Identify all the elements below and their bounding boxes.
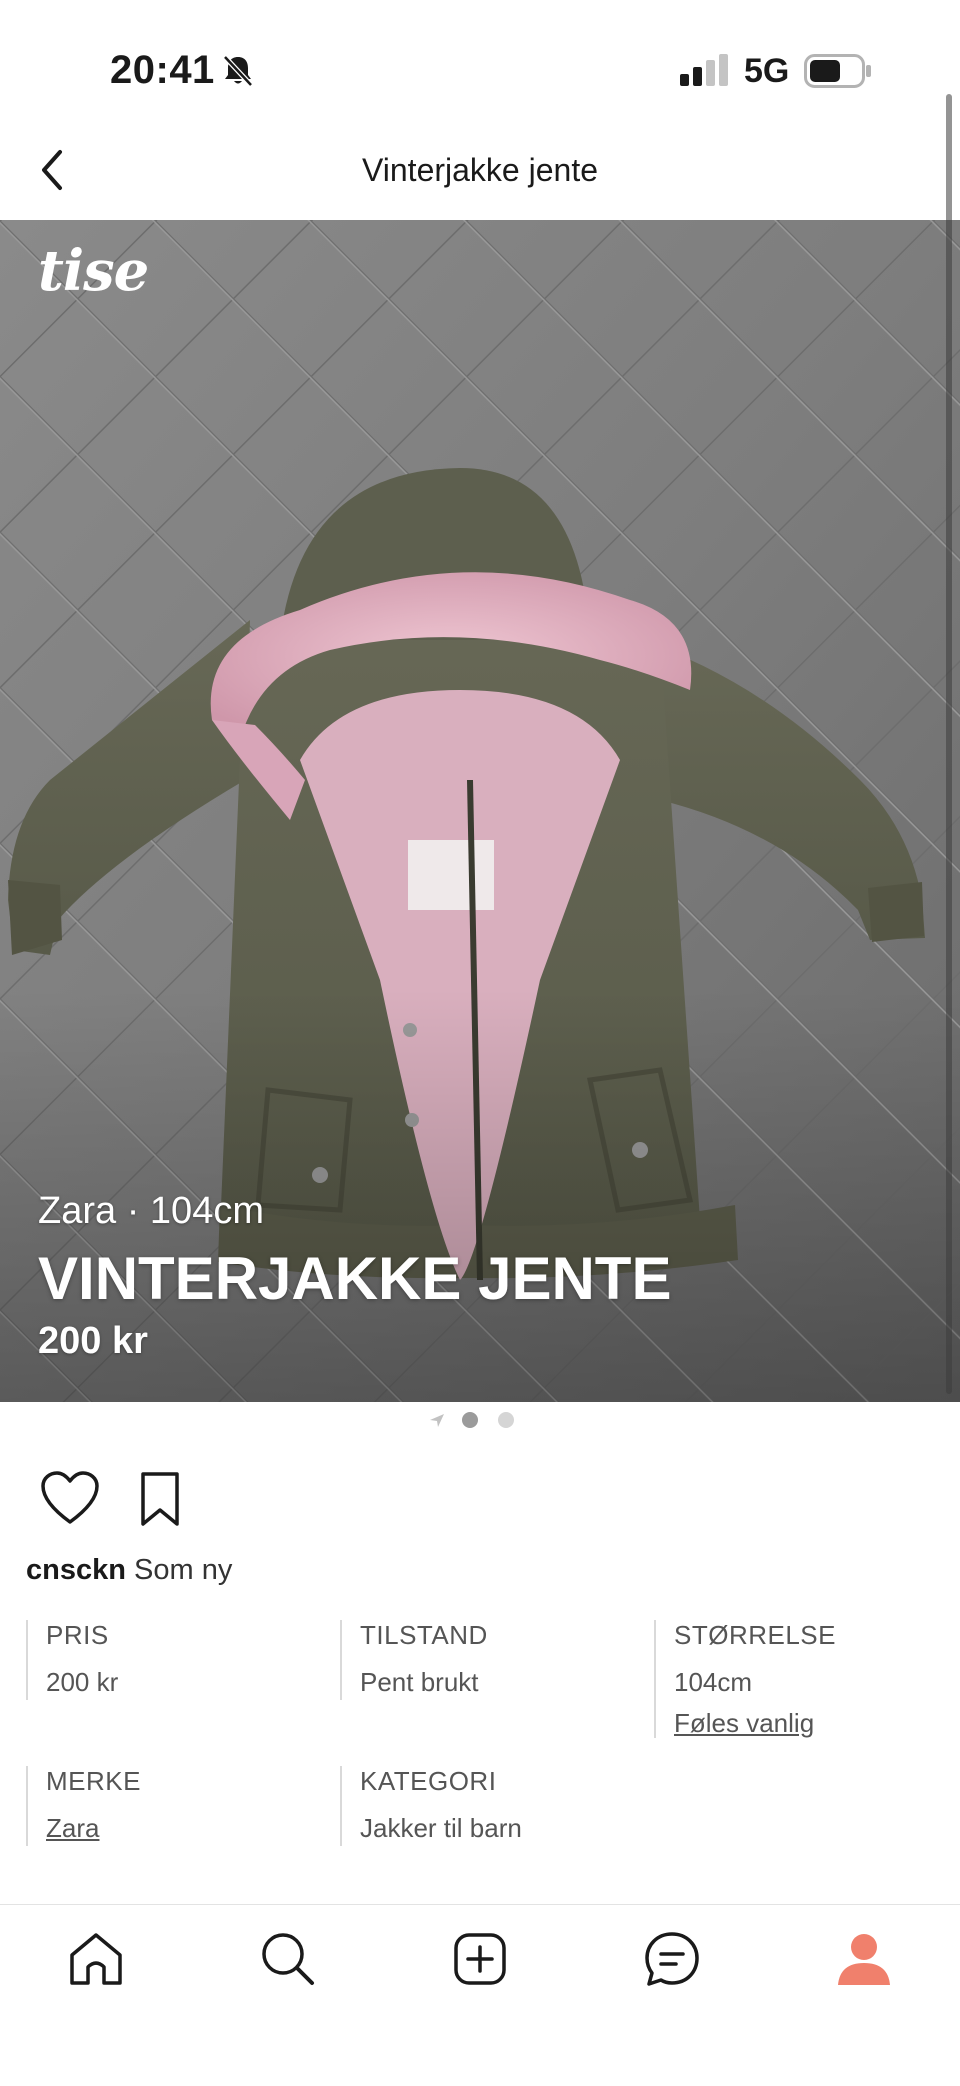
hero-separator: ·: [126, 1190, 140, 1232]
pager-dot-active[interactable]: [462, 1412, 478, 1428]
messages-icon[interactable]: [640, 1927, 704, 1991]
add-icon[interactable]: [448, 1927, 512, 1991]
search-icon[interactable]: [256, 1927, 320, 1991]
detail-category-value: Jakker til barn: [360, 1813, 522, 1843]
product-image[interactable]: tise Zara · 104cm VINTERJAKKE JENTE 200 …: [0, 220, 960, 1402]
detail-brand: MERKE Zara: [26, 1766, 141, 1846]
network-label: 5G: [744, 52, 790, 90]
scroll-indicator[interactable]: [946, 94, 952, 1394]
bookmark-icon[interactable]: [136, 1470, 184, 1528]
hero-title: VINTERJAKKE JENTE: [38, 1245, 672, 1312]
bell-slash-icon: [223, 55, 253, 87]
detail-category-label: KATEGORI: [360, 1766, 497, 1796]
video-arrow-icon: [430, 1414, 444, 1427]
seller-line: cnsckn Som ny: [26, 1554, 232, 1587]
detail-brand-label: MERKE: [46, 1766, 141, 1796]
detail-size-label: STØRRELSE: [674, 1620, 836, 1650]
heart-icon[interactable]: [40, 1470, 100, 1526]
tab-bar: [0, 1904, 960, 2086]
signal-icon: [680, 54, 728, 86]
pager-dot[interactable]: [498, 1412, 514, 1428]
battery-icon: [804, 54, 871, 88]
brand-link[interactable]: Zara: [46, 1813, 141, 1844]
image-pager: [0, 1408, 960, 1432]
seller-username[interactable]: cnsckn: [26, 1554, 126, 1586]
hero-brand-size: Zara · 104cm: [38, 1190, 264, 1233]
detail-price-value: 200 kr: [46, 1667, 119, 1697]
detail-condition-value: Pent brukt: [360, 1667, 479, 1697]
tise-logo: tise: [38, 238, 149, 304]
profile-icon[interactable]: [832, 1927, 896, 1991]
detail-size-value: 104cm: [674, 1667, 753, 1697]
hero-price: 200 kr: [38, 1320, 148, 1362]
detail-size: STØRRELSE 104cm Føles vanlig: [654, 1620, 836, 1738]
detail-condition: TILSTAND Pent brukt: [340, 1620, 488, 1700]
status-time: 20:41: [110, 48, 215, 92]
detail-condition-label: TILSTAND: [360, 1620, 488, 1650]
seller-condition-note: Som ny: [134, 1554, 233, 1586]
hero-size: 104cm: [149, 1190, 264, 1232]
detail-category: KATEGORI Jakker til barn: [340, 1766, 522, 1846]
detail-price: PRIS 200 kr: [26, 1620, 118, 1700]
status-bar: 20:41 5G: [0, 0, 960, 120]
size-fit-link[interactable]: Føles vanlig: [674, 1708, 836, 1739]
detail-price-label: PRIS: [46, 1620, 109, 1650]
home-icon[interactable]: [64, 1927, 128, 1991]
hero-brand: Zara: [38, 1190, 117, 1232]
nav-bar: Vinterjakke jente: [0, 120, 960, 220]
page-title: Vinterjakke jente: [362, 152, 598, 188]
